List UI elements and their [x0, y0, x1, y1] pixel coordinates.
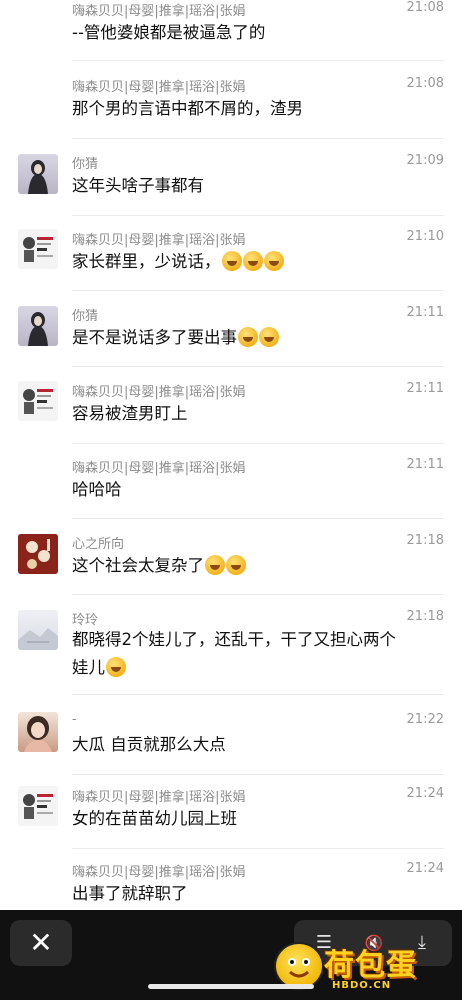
divider	[72, 443, 444, 444]
crying-laughing-emoji-icon	[226, 555, 246, 575]
message-time: 21:18	[406, 533, 444, 548]
sender-name: -	[72, 712, 77, 727]
message-text: --管他婆娘都是被逼急了的	[72, 23, 266, 42]
message-text-content: 娃儿	[72, 658, 105, 677]
message-text: 这个社会太复杂了	[72, 552, 438, 580]
divider	[72, 518, 444, 519]
divider	[72, 60, 444, 61]
message-text: 那个男的言语中都不屑的，渣男	[72, 99, 303, 118]
message-time: 21:24	[406, 786, 444, 801]
crying-laughing-emoji-icon	[106, 657, 126, 677]
message-time: 21:18	[406, 609, 444, 624]
avatar[interactable]	[18, 381, 58, 421]
message-text-line: 都晓得2个娃儿了，还乱干，干了又担心两个	[72, 630, 396, 649]
egg-mascot-icon	[274, 942, 324, 990]
watermark-logo: 荷包蛋 HBDO.CN	[274, 940, 454, 998]
divider	[72, 138, 444, 139]
divider	[72, 290, 444, 291]
red-art-icon	[18, 534, 58, 574]
message-text: 出事了就辞职了	[72, 884, 188, 903]
message-text-content: 这个社会太复杂了	[72, 556, 204, 575]
message-time: 21:08	[406, 0, 444, 15]
sender-name: 嗨森贝贝|母婴|推拿|瑶浴|张娟	[72, 233, 246, 248]
crying-laughing-emoji-icon	[205, 555, 225, 575]
sender-name: 嗨森贝贝|母婴|推拿|瑶浴|张娟	[72, 790, 246, 805]
landscape-icon	[18, 628, 58, 650]
divider	[72, 774, 444, 775]
sender-name: 心之所向	[72, 537, 125, 552]
close-icon: ✕	[29, 926, 53, 959]
message-text-content: 是不是说话多了要出事	[72, 328, 237, 347]
message-text: 容易被渣男盯上	[72, 404, 188, 423]
message-meta: 嗨森贝贝|母婴|推拿|瑶浴|张娟 21:11	[72, 381, 444, 400]
mascot-face-icon	[288, 958, 310, 978]
sender-name: 嗨森贝贝|母婴|推拿|瑶浴|张娟	[72, 385, 246, 400]
message-text-content: 家长群里，少说话，	[72, 252, 221, 271]
avatar[interactable]	[18, 712, 58, 752]
chat-history[interactable]: 嗨森贝贝|母婴|推拿|瑶浴|张娟 21:08 --管他婆娘都是被逼急了的 嗨森贝…	[0, 0, 462, 910]
message-time: 21:24	[406, 861, 444, 876]
message-meta: 你猜 21:09	[72, 153, 444, 172]
message-text: 这年头啥子事都有	[72, 176, 204, 195]
business-card-icon	[23, 794, 53, 819]
business-card-icon	[23, 237, 53, 262]
sender-name: 嗨森贝贝|母婴|推拿|瑶浴|张娟	[72, 80, 246, 95]
message-meta: 嗨森贝贝|母婴|推拿|瑶浴|张娟 21:08	[72, 76, 444, 95]
message-meta: 心之所向 21:18	[72, 533, 444, 552]
message-time: 21:11	[406, 305, 444, 320]
message-meta: 嗨森贝贝|母婴|推拿|瑶浴|张娟 21:11	[72, 457, 444, 476]
sender-name: 嗨森贝贝|母婴|推拿|瑶浴|张娟	[72, 4, 246, 19]
sender-name: 你猜	[72, 309, 99, 324]
message-text: 都晓得2个娃儿了，还乱干，干了又担心两个 娃儿	[72, 626, 438, 682]
divider	[72, 694, 444, 695]
message-text: 大瓜 自贡就那么大点	[72, 735, 226, 754]
message-time: 21:11	[406, 457, 444, 472]
avatar[interactable]	[18, 534, 58, 574]
message-text: 家长群里，少说话，	[72, 248, 438, 276]
laughing-emoji-icon	[242, 251, 263, 271]
message-time: 21:09	[406, 153, 444, 168]
home-indicator[interactable]	[148, 984, 314, 989]
girl-photo-icon	[28, 312, 48, 346]
message-time: 21:08	[406, 76, 444, 91]
message-time: 21:10	[406, 229, 444, 244]
message-meta: 嗨森贝贝|母婴|推拿|瑶浴|张娟 21:10	[72, 229, 444, 248]
business-card-icon	[23, 389, 53, 414]
message-text: 是不是说话多了要出事	[72, 324, 438, 352]
girl-photo-icon	[28, 160, 48, 194]
message-text: 女的在苗苗幼儿园上班	[72, 809, 237, 828]
crying-laughing-emoji-icon	[259, 327, 279, 347]
divider	[72, 594, 444, 595]
woman-photo-icon	[24, 716, 52, 752]
message-time: 21:11	[406, 381, 444, 396]
sender-name: 嗨森贝贝|母婴|推拿|瑶浴|张娟	[72, 461, 246, 476]
avatar[interactable]	[18, 154, 58, 194]
laughing-emoji-icon	[221, 251, 242, 271]
message-meta: 嗨森贝贝|母婴|推拿|瑶浴|张娟 21:08	[72, 0, 444, 19]
divider	[72, 848, 444, 849]
watermark-url: HBDO.CN	[332, 980, 392, 991]
avatar[interactable]	[18, 786, 58, 826]
message-meta: 嗨森贝贝|母婴|推拿|瑶浴|张娟 21:24	[72, 786, 444, 805]
divider	[72, 215, 444, 216]
watermark-text: 荷包蛋	[324, 948, 417, 983]
divider	[72, 366, 444, 367]
message-text-line: 娃儿	[72, 654, 438, 682]
avatar[interactable]	[18, 229, 58, 269]
message-meta: 玲玲 21:18	[72, 609, 444, 628]
avatar[interactable]	[18, 306, 58, 346]
message-meta: 嗨森贝贝|母婴|推拿|瑶浴|张娟 21:24	[72, 861, 444, 880]
avatar[interactable]	[18, 610, 58, 650]
laughing-emoji-icon	[263, 251, 284, 271]
message-meta: - 21:22	[72, 712, 444, 730]
message-meta: 你猜 21:11	[72, 305, 444, 324]
sender-name: 嗨森贝贝|母婴|推拿|瑶浴|张娟	[72, 865, 246, 880]
message-time: 21:22	[406, 712, 444, 727]
close-button[interactable]: ✕	[10, 920, 72, 966]
sender-name: 你猜	[72, 157, 99, 172]
message-text: 哈哈哈	[72, 480, 122, 499]
crying-laughing-emoji-icon	[238, 327, 258, 347]
